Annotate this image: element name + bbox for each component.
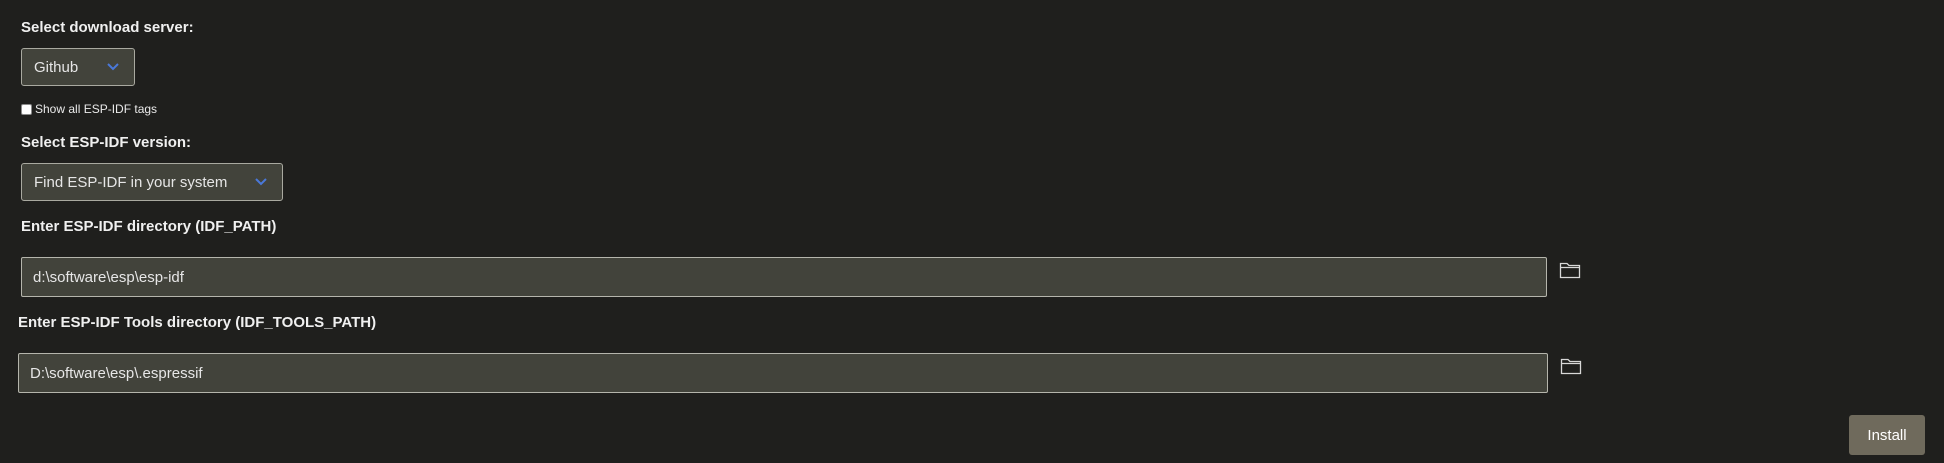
idf-path-label: Enter ESP-IDF directory (IDF_PATH)	[21, 218, 277, 235]
show-tags-option[interactable]: Show all ESP-IDF tags	[21, 102, 157, 116]
chevron-down-icon	[255, 178, 267, 186]
show-tags-checkbox[interactable]	[21, 103, 32, 115]
version-label: Select ESP-IDF version:	[21, 134, 192, 151]
idf-path-input[interactable]: d:\software\esp\esp-idf	[21, 257, 1547, 297]
tools-path-label: Enter ESP-IDF Tools directory (IDF_TOOLS…	[18, 314, 377, 331]
chevron-down-icon	[107, 63, 119, 71]
idf-setup-form: Select download server: Github Show all …	[0, 0, 1944, 463]
version-select[interactable]: Find ESP-IDF in your system	[21, 163, 283, 201]
install-button-label: Install	[1867, 426, 1907, 444]
show-tags-label: Show all ESP-IDF tags	[35, 102, 158, 116]
install-button[interactable]: Install	[1849, 415, 1925, 455]
idf-path-value: d:\software\esp\esp-idf	[33, 268, 184, 286]
tools-path-input[interactable]: D:\software\esp\.espressif	[18, 353, 1548, 393]
server-select-value: Github	[34, 58, 79, 76]
tools-path-value: D:\software\esp\.espressif	[30, 364, 203, 382]
server-select[interactable]: Github	[21, 48, 135, 86]
folder-icon[interactable]	[1559, 261, 1581, 279]
server-label: Select download server:	[21, 19, 194, 36]
version-select-value: Find ESP-IDF in your system	[34, 173, 228, 191]
folder-icon[interactable]	[1560, 357, 1582, 375]
